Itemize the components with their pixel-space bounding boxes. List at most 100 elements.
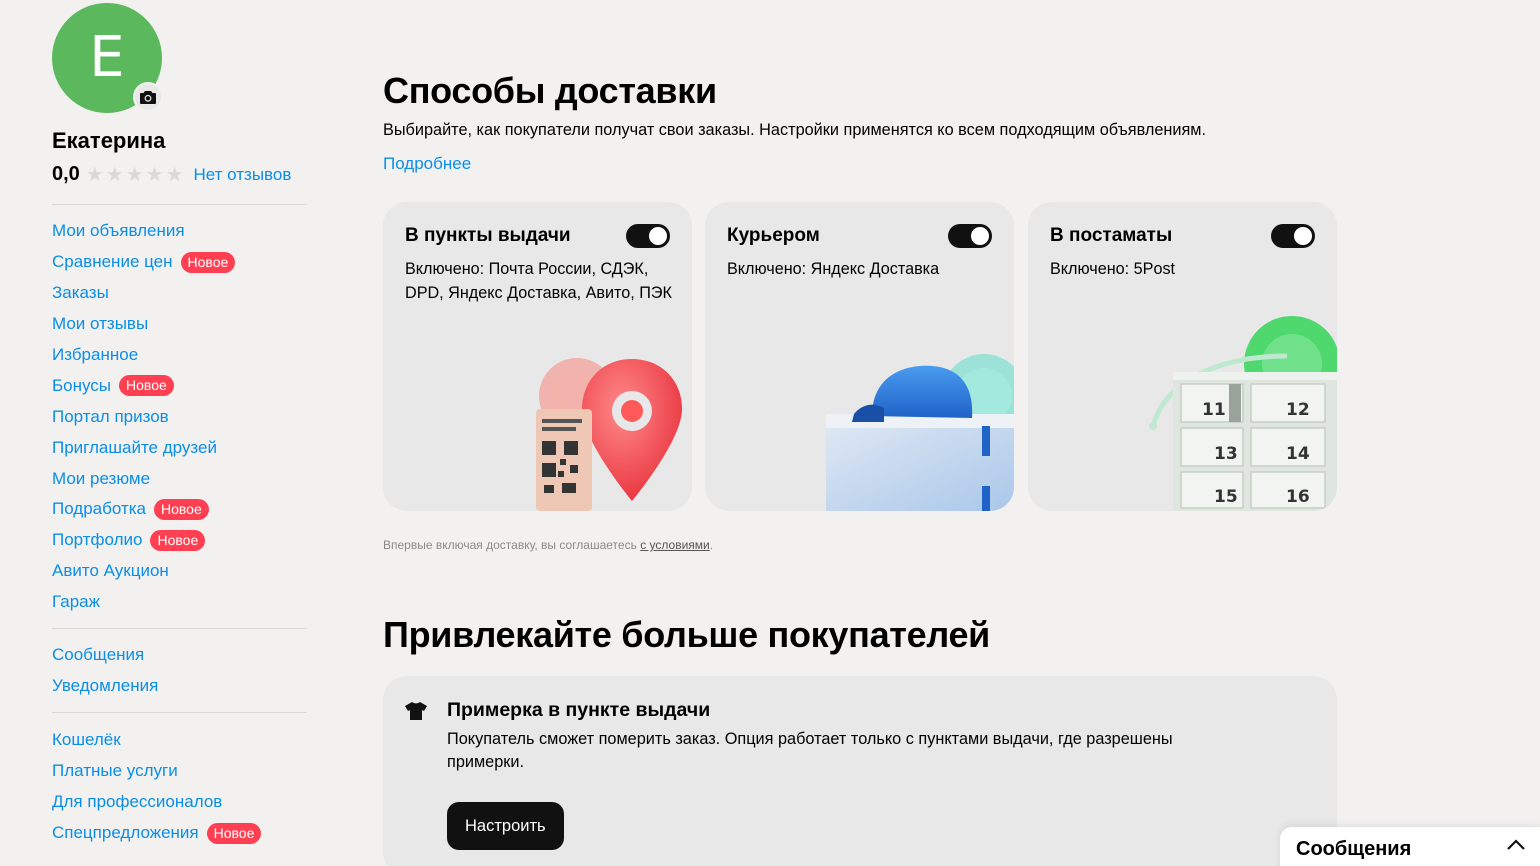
star-icon: ★ (145, 163, 164, 186)
new-badge: Новое (154, 498, 209, 520)
nav-item-invite-friends[interactable]: Приглашайте друзей (52, 432, 235, 463)
delivery-card-pickup[interactable]: В пункты выдачи Включено: Почта России, … (383, 202, 692, 511)
messages-dock-title: Сообщения (1296, 838, 1412, 860)
parcel-locker-illustration: 11 12 13 14 15 16 (1149, 316, 1337, 511)
new-badge: Новое (150, 529, 206, 551)
locker-number: 11 (1202, 400, 1226, 420)
divider (52, 628, 307, 629)
terms-prefix: Впервые включая доставку, вы соглашаетес… (383, 538, 641, 552)
delivery-card-courier[interactable]: Курьером Включено: Яндекс Доставка (705, 202, 1014, 511)
toggle-knob (1294, 227, 1312, 245)
terms-note: Впервые включая доставку, вы соглашаетес… (383, 538, 713, 552)
nav-item-special-offers[interactable]: Спецпредложения Новое (52, 818, 262, 849)
card-text: Включено: Яндекс Доставка (727, 260, 940, 278)
nav-link[interactable]: Платные услуги (52, 761, 178, 781)
star-icon: ★ (125, 163, 144, 186)
nav-link[interactable]: Для профессионалов (52, 792, 222, 812)
nav-main: Мои объявления Сравнение цен Новое Заказы… (52, 216, 236, 618)
feature-title: Примерка в пункте выдачи (447, 699, 711, 721)
divider (52, 712, 307, 713)
nav-item-notifications[interactable]: Уведомления (52, 671, 158, 702)
nav-link[interactable]: Портал призов (52, 407, 169, 427)
setup-button[interactable]: Настроить (447, 802, 564, 850)
toggle-knob (649, 227, 667, 245)
courier-box-illustration (826, 354, 1014, 511)
nav-link[interactable]: Спецпредложения (52, 823, 199, 843)
nav-item-favorites[interactable]: Избранное (52, 340, 235, 371)
nav-item-paid-services[interactable]: Платные услуги (52, 756, 261, 787)
nav-link[interactable]: Уведомления (52, 676, 158, 696)
divider (52, 204, 307, 205)
nav-link[interactable]: Сообщения (52, 645, 144, 665)
page-title: Способы доставки (383, 70, 717, 111)
nav-item-bonuses[interactable]: Бонусы Новое (52, 370, 235, 401)
nav-item-orders[interactable]: Заказы (52, 278, 235, 309)
nav-item-portfolio[interactable]: Портфолио Новое (52, 525, 235, 556)
nav-item-my-resumes[interactable]: Мои резюме (52, 463, 235, 494)
nav-item-wallet[interactable]: Кошелёк (52, 725, 261, 756)
star-icon: ★ (165, 163, 184, 186)
nav-item-my-reviews[interactable]: Мои отзывы (52, 309, 235, 340)
pickup-toggle[interactable] (626, 224, 670, 248)
fitting-feature-card: Примерка в пункте выдачи Покупатель смож… (383, 676, 1337, 866)
nav-item-messages[interactable]: Сообщения (52, 640, 158, 671)
card-title: Курьером (727, 225, 820, 246)
new-badge: Новое (180, 251, 236, 273)
nav-communication: Сообщения Уведомления (52, 640, 158, 702)
nav-link[interactable]: Авито Аукцион (52, 561, 169, 581)
page-subtitle: Выбирайте, как покупатели получат свои з… (383, 121, 1207, 139)
nav-item-price-compare[interactable]: Сравнение цен Новое (52, 247, 236, 278)
nav-link[interactable]: Мои резюме (52, 469, 150, 489)
reviews-link[interactable]: Нет отзывов (194, 165, 292, 185)
nav-item-garage[interactable]: Гараж (52, 587, 235, 618)
nav-item-auction[interactable]: Авито Аукцион (52, 556, 235, 587)
camera-icon[interactable] (133, 82, 163, 112)
card-text: Включено: 5Post (1050, 260, 1176, 278)
rating-value: 0,0 (52, 163, 80, 185)
toggle-knob (971, 227, 989, 245)
nav-link[interactable]: Заказы (52, 283, 109, 303)
delivery-card-lockers[interactable]: В постаматы Включено: 5Post 11 12 13 14 … (1028, 202, 1337, 511)
nav-item-my-listings[interactable]: Мои объявления (52, 216, 235, 247)
new-badge: Новое (206, 822, 262, 844)
rating-row: 0,0 ★ ★ ★ ★ ★ Нет отзывов (52, 163, 312, 186)
nav-link[interactable]: Приглашайте друзей (52, 438, 217, 458)
nav-link[interactable]: Бонусы (52, 376, 111, 396)
nav-link[interactable]: Подработка (52, 499, 146, 519)
feature-text: Покупатель сможет померить заказ. Опция … (447, 730, 1173, 771)
nav-link[interactable]: Мои отзывы (52, 314, 148, 334)
card-text: Включено: Почта России, СДЭК, DPD, Яндек… (405, 260, 672, 302)
user-name: Екатерина (52, 128, 166, 153)
map-pin-illustration (536, 358, 682, 511)
star-icon: ★ (85, 163, 104, 186)
card-title: В пункты выдачи (405, 225, 571, 246)
nav-item-prize-portal[interactable]: Портал призов (52, 401, 235, 432)
locker-toggle[interactable] (1271, 224, 1315, 248)
terms-link[interactable]: с условиями (640, 538, 710, 552)
chevron-up-icon[interactable] (1506, 839, 1526, 851)
locker-number: 12 (1286, 400, 1310, 420)
more-link[interactable]: Подробнее (383, 154, 471, 174)
section-title: Привлекайте больше покупателей (383, 614, 990, 655)
locker-number: 13 (1214, 444, 1238, 464)
courier-toggle[interactable] (948, 224, 992, 248)
nav-link[interactable]: Портфолио (52, 530, 142, 550)
messages-dock[interactable]: Сообщения (1280, 827, 1540, 866)
nav-item-side-job[interactable]: Подработка Новое (52, 494, 235, 525)
nav-extra: Кошелёк Платные услуги Для профессионало… (52, 725, 262, 849)
locker-number: 16 (1286, 487, 1310, 507)
rating-stars: ★ ★ ★ ★ ★ (86, 165, 184, 185)
nav-item-for-pros[interactable]: Для профессионалов (52, 787, 261, 818)
nav-link[interactable]: Мои объявления (52, 221, 185, 241)
locker-number: 15 (1214, 487, 1238, 507)
nav-link[interactable]: Гараж (52, 592, 100, 612)
nav-link[interactable]: Сравнение цен (52, 252, 173, 272)
locker-number: 14 (1286, 444, 1310, 464)
nav-link[interactable]: Кошелёк (52, 730, 121, 750)
new-badge: Новое (119, 375, 174, 397)
terms-suffix: . (709, 538, 714, 552)
star-icon: ★ (105, 163, 124, 186)
card-title: В постаматы (1050, 225, 1173, 246)
nav-link[interactable]: Избранное (52, 345, 138, 365)
tshirt-icon (405, 702, 427, 720)
